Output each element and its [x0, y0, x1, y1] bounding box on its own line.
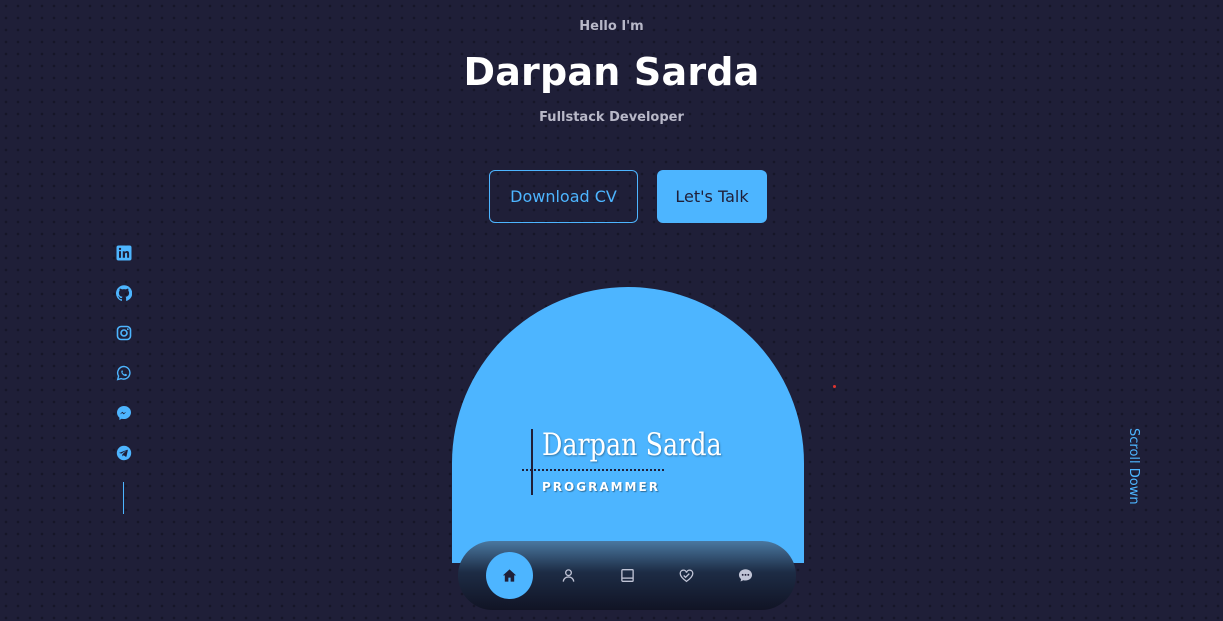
whatsapp-icon[interactable] [114, 363, 134, 383]
instagram-icon[interactable] [114, 323, 134, 343]
signature-title: PROGRAMMER [542, 480, 660, 494]
portrait-arch: Darpan Sarda PROGRAMMER [452, 287, 804, 563]
bottom-nav [458, 541, 796, 610]
social-divider-line [123, 482, 124, 514]
message-icon [738, 569, 753, 582]
messenger-icon[interactable] [114, 403, 134, 423]
download-cv-button[interactable]: Download CV [489, 170, 638, 223]
nav-services[interactable] [663, 552, 710, 599]
linkedin-icon[interactable] [114, 243, 134, 263]
book-icon [621, 569, 634, 582]
hero-role: Fullstack Developer [539, 110, 684, 125]
signature-dotted-line [522, 469, 664, 471]
hero-name: Darpan Sarda [463, 50, 760, 94]
services-icon [679, 569, 694, 583]
telegram-icon[interactable] [114, 443, 134, 463]
lets-talk-button[interactable]: Let's Talk [657, 170, 767, 223]
home-icon [502, 569, 517, 582]
nav-about[interactable] [545, 552, 592, 599]
nav-experience[interactable] [604, 552, 651, 599]
social-links [114, 243, 134, 483]
scroll-down-link[interactable]: Scroll Down [1126, 428, 1141, 505]
user-icon [562, 569, 575, 582]
nav-home[interactable] [486, 552, 533, 599]
decorative-dot [833, 385, 836, 388]
nav-contact[interactable] [722, 552, 769, 599]
greeting: Hello I'm [579, 19, 644, 34]
github-icon[interactable] [114, 283, 134, 303]
signature-bar [531, 429, 533, 495]
signature-name: Darpan Sarda [542, 427, 722, 463]
